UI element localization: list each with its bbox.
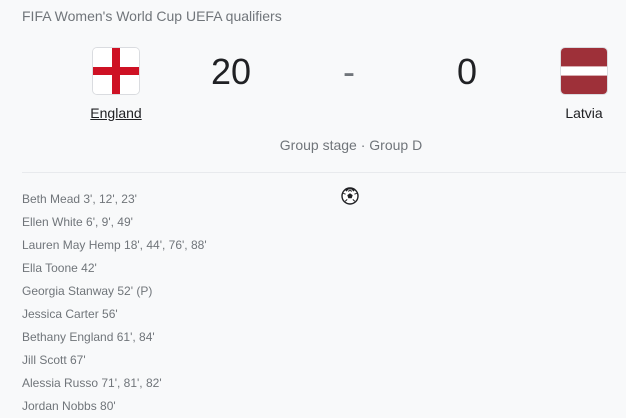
scorer-item: Ella Toone 42': [22, 261, 97, 275]
score-separator: -: [343, 51, 355, 92]
stage-label: Group stage · Group D: [279, 137, 423, 153]
divider: [22, 172, 626, 173]
scorer-item: Alessia Russo 71', 81', 82': [22, 376, 162, 390]
competition-title: FIFA Women's World Cup UEFA qualifiers: [22, 8, 282, 24]
scorer-item: Jill Scott 67': [22, 353, 86, 367]
scorer-item: Jessica Carter 56': [22, 307, 118, 321]
scorer-item: Jordan Nobbs 80': [22, 399, 116, 413]
home-team: England: [61, 48, 171, 121]
scorer-item: Lauren May Hemp 18', 44', 76', 88': [22, 238, 207, 252]
away-score: 0: [457, 51, 478, 92]
away-team-name: Latvia: [565, 105, 603, 121]
home-team-name[interactable]: England: [61, 105, 171, 121]
scorer-item: Ellen White 6', 9', 49': [22, 215, 133, 229]
away-team: Latvia: [529, 48, 626, 121]
scorer-item: Georgia Stanway 52' (P): [22, 284, 153, 298]
scorer-item: Bethany England 61', 84': [22, 330, 155, 344]
latvia-flag-icon: [561, 48, 607, 94]
england-flag-icon: [93, 48, 139, 94]
scorer-item: Beth Mead 3', 12', 23': [22, 192, 137, 206]
soccer-ball-icon: [341, 187, 359, 205]
goal-scorers-list: Beth Mead 3', 12', 23' Ellen White 6', 9…: [22, 188, 207, 418]
home-score: 20: [211, 51, 252, 92]
